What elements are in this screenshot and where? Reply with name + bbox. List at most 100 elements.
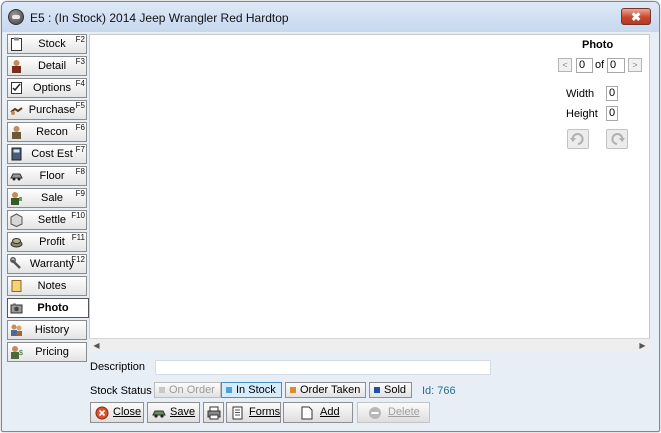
rotate-right-button[interactable] — [606, 129, 628, 149]
window-title: E5 : (In Stock) 2014 Jeep Wrangler Red H… — [30, 11, 289, 25]
order-taken-square-icon — [290, 387, 296, 393]
save-button-label: Save — [170, 406, 196, 418]
photo-index-field[interactable]: 0 — [576, 58, 593, 73]
next-photo-button[interactable]: > — [628, 58, 642, 72]
forms-button[interactable]: Forms — [226, 402, 281, 423]
price-person-icon: $ — [11, 346, 23, 359]
sidebar: Stock F2 Detail F3 Options F4 Purchase F… — [7, 34, 89, 364]
salesperson-icon — [11, 192, 22, 205]
status-in-stock-button[interactable]: In Stock — [221, 382, 282, 398]
handshake-icon — [10, 107, 23, 115]
sidebar-item-options[interactable]: Options F4 — [7, 78, 87, 98]
shortcut-key: F10 — [71, 211, 85, 220]
in-stock-square-icon — [226, 387, 232, 393]
save-button[interactable]: Save — [147, 402, 200, 423]
delete-button-label: Delete — [388, 406, 420, 418]
delete-icon — [369, 407, 381, 419]
sidebar-item-history[interactable]: History — [7, 320, 87, 340]
sidebar-item-label: Options — [33, 82, 71, 94]
close-window-button[interactable]: ✖ — [621, 8, 651, 25]
sidebar-item-purchase[interactable]: Purchase F5 — [7, 100, 87, 120]
shortcut-key: F4 — [75, 79, 85, 88]
sidebar-item-label: Photo — [37, 302, 69, 314]
printer-icon — [207, 406, 221, 420]
people-icon — [11, 324, 22, 336]
box-icon — [10, 213, 23, 227]
sidebar-item-floor[interactable]: Floor F8 — [7, 166, 87, 186]
shortcut-key: F8 — [75, 167, 85, 176]
car-icon — [10, 173, 23, 181]
sidebar-item-settle[interactable]: Settle F10 — [7, 210, 87, 230]
rotate-right-icon — [611, 133, 625, 145]
scroll-left-icon[interactable]: ◀ — [90, 339, 103, 352]
sidebar-item-notes[interactable]: Notes — [7, 276, 87, 296]
on-order-square-icon — [159, 387, 165, 393]
clipboard-icon — [11, 37, 22, 51]
sidebar-item-cost-est[interactable]: Cost Est F7 — [7, 144, 87, 164]
shortcut-key: F7 — [75, 145, 85, 154]
delete-button[interactable]: Delete — [357, 402, 430, 423]
add-document-icon — [301, 406, 313, 420]
scroll-right-icon[interactable]: ▶ — [636, 339, 649, 352]
sidebar-item-label: Stock — [38, 38, 66, 50]
height-label: Height — [566, 108, 598, 120]
sidebar-item-profit[interactable]: Profit F11 — [7, 232, 87, 252]
width-value: 0 — [606, 86, 618, 101]
status-sold-button[interactable]: Sold — [369, 382, 413, 398]
svg-text:$: $ — [19, 350, 23, 357]
status-label: On Order — [169, 384, 215, 396]
sidebar-item-label: Notes — [37, 280, 67, 292]
status-label: In Stock — [236, 384, 276, 396]
sidebar-item-detail[interactable]: Detail F3 — [7, 56, 87, 76]
save-car-icon — [152, 410, 166, 418]
print-button[interactable] — [203, 402, 224, 423]
description-field[interactable] — [155, 360, 491, 375]
close-button-label: Close — [113, 406, 142, 418]
shortcut-key: F6 — [75, 123, 85, 132]
add-button[interactable]: Add — [283, 402, 353, 423]
sidebar-item-label: Sale — [40, 192, 64, 204]
notepad-icon — [11, 280, 22, 292]
sidebar-item-stock[interactable]: Stock F2 — [7, 34, 87, 54]
sidebar-item-warranty[interactable]: Warranty F12 — [7, 254, 87, 274]
status-order-taken-button[interactable]: Order Taken — [285, 382, 367, 398]
forms-button-label: Forms — [249, 406, 281, 418]
sidebar-item-recon[interactable]: Recon F6 — [7, 122, 87, 142]
horizontal-scrollbar[interactable]: ◀ ▶ — [89, 338, 650, 352]
sidebar-item-label: Detail — [37, 60, 67, 72]
person-icon — [12, 60, 21, 73]
sold-square-icon — [374, 387, 380, 393]
sidebar-item-pricing[interactable]: $ Pricing — [7, 342, 87, 362]
shortcut-key: F5 — [75, 101, 85, 110]
shortcut-key: F9 — [75, 189, 85, 198]
rotate-left-icon — [570, 133, 584, 145]
of-label: of — [595, 59, 605, 71]
calculator-icon — [11, 147, 22, 161]
photo-panel — [89, 34, 650, 352]
shortcut-key: F11 — [71, 233, 85, 242]
title-bar[interactable]: E5 : (In Stock) 2014 Jeep Wrangler Red H… — [2, 2, 659, 32]
app-car-icon — [8, 9, 24, 25]
status-on-order-button[interactable]: On Order — [154, 382, 221, 398]
shortcut-key: F12 — [71, 255, 85, 264]
sidebar-item-photo[interactable]: Photo — [7, 298, 89, 318]
status-label: Sold — [384, 384, 407, 396]
width-label: Width — [566, 88, 595, 100]
sidebar-item-label: Recon — [36, 126, 68, 138]
status-label: Order Taken — [300, 384, 361, 396]
sidebar-item-sale[interactable]: Sale F9 — [7, 188, 87, 208]
checklist-icon — [11, 82, 22, 94]
mechanic-icon — [12, 126, 21, 139]
previous-photo-button[interactable]: < — [558, 58, 572, 72]
wrench-icon — [10, 257, 21, 269]
stock-status-label: Stock Status — [90, 385, 152, 397]
add-button-label: Add — [320, 406, 340, 418]
sidebar-item-label: Pricing — [35, 346, 69, 358]
rotate-left-button[interactable] — [567, 129, 589, 149]
sidebar-item-label: History — [34, 324, 70, 336]
close-button[interactable]: Close — [90, 402, 144, 423]
sidebar-item-label: Cost Est — [31, 148, 73, 160]
sidebar-item-label: Purchase — [28, 104, 76, 116]
description-label: Description — [90, 361, 146, 373]
shortcut-key: F3 — [75, 57, 85, 66]
